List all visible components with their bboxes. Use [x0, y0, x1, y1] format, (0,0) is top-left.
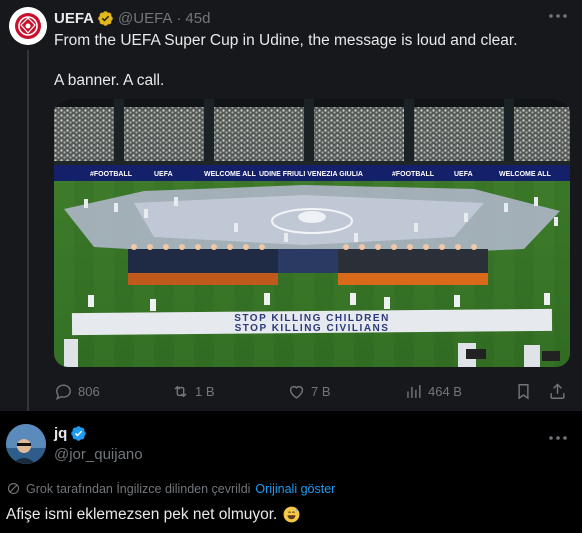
reply-action[interactable]: 806 — [54, 382, 100, 401]
reply-text: Afişe ismi eklemezsen pek net olmuyor. — [6, 505, 278, 523]
reply-avatar[interactable] — [6, 424, 46, 464]
share-icon — [550, 383, 565, 399]
show-original-link[interactable]: Orijinali göster — [255, 482, 335, 496]
reply-more-options-icon[interactable] — [546, 428, 570, 448]
reply-header: jq — [54, 425, 87, 442]
reply-author-handle[interactable]: @jor_quijano — [54, 446, 143, 463]
translation-notice: Grok tarafından İngilizce dilinden çevri… — [6, 481, 335, 496]
post-card[interactable]: UEFA @UEFA · 45d From the UEFA Super Cup… — [0, 0, 582, 411]
board-text-3: WELCOME ALL — [204, 171, 257, 178]
reply-count: 806 — [78, 384, 100, 399]
author-handle[interactable]: @UEFA — [118, 10, 172, 27]
reply-author-name[interactable]: jq — [54, 425, 67, 442]
post-photo[interactable]: #FOOTBALL UEFA WELCOME ALL UDINE FRIULI … — [54, 99, 570, 367]
blue-verified-icon — [71, 426, 87, 441]
thread-line — [27, 50, 29, 411]
stadium-photo: #FOOTBALL UEFA WELCOME ALL UDINE FRIULI … — [54, 99, 570, 367]
post-header: UEFA @UEFA · 45d — [54, 8, 210, 28]
board-text-4: UDINE FRIULI VENEZIA GIULIA — [259, 171, 363, 178]
banner-line-2: STOP KILLING CIVILIANS — [235, 323, 390, 334]
views-count: 464 B — [428, 384, 462, 399]
board-text-1: #FOOTBALL — [90, 171, 133, 178]
board-text-5: #FOOTBALL — [392, 171, 435, 178]
like-count: 7 B — [311, 384, 331, 399]
like-action[interactable]: 7 B — [287, 382, 331, 401]
bookmark-icon — [518, 384, 529, 400]
share-button[interactable] — [548, 382, 572, 401]
bookmark-button[interactable] — [514, 382, 538, 401]
grok-icon — [7, 482, 20, 495]
gold-verified-icon — [98, 10, 113, 26]
post-time[interactable]: 45d — [185, 10, 210, 27]
views-action[interactable]: 464 B — [404, 382, 462, 401]
translation-note: Grok tarafından İngilizce dilinden çevri… — [26, 481, 251, 496]
repost-icon — [174, 385, 187, 398]
board-text-6: UEFA — [454, 171, 473, 178]
separator-dot: · — [176, 9, 182, 27]
more-options-icon[interactable] — [546, 6, 570, 26]
author-name[interactable]: UEFA — [54, 10, 94, 27]
views-chart-icon — [407, 385, 421, 398]
board-text-2: UEFA — [154, 171, 173, 178]
uefa-avatar[interactable] — [9, 7, 47, 45]
board-text-7: WELCOME ALL — [499, 171, 552, 178]
repost-action[interactable]: 1 B — [171, 382, 215, 401]
post-text: From the UEFA Super Cup in Udine, the me… — [54, 32, 518, 89]
heart-icon — [289, 385, 304, 399]
repost-count: 1 B — [195, 384, 215, 399]
post-actions: 806 1 B 7 B 464 B — [54, 382, 570, 402]
reply-text-row: Afişe ismi eklemezsen pek net olmuyor. — [6, 505, 301, 524]
reply-icon — [56, 384, 71, 400]
grinning-sweat-emoji-icon — [283, 506, 300, 523]
